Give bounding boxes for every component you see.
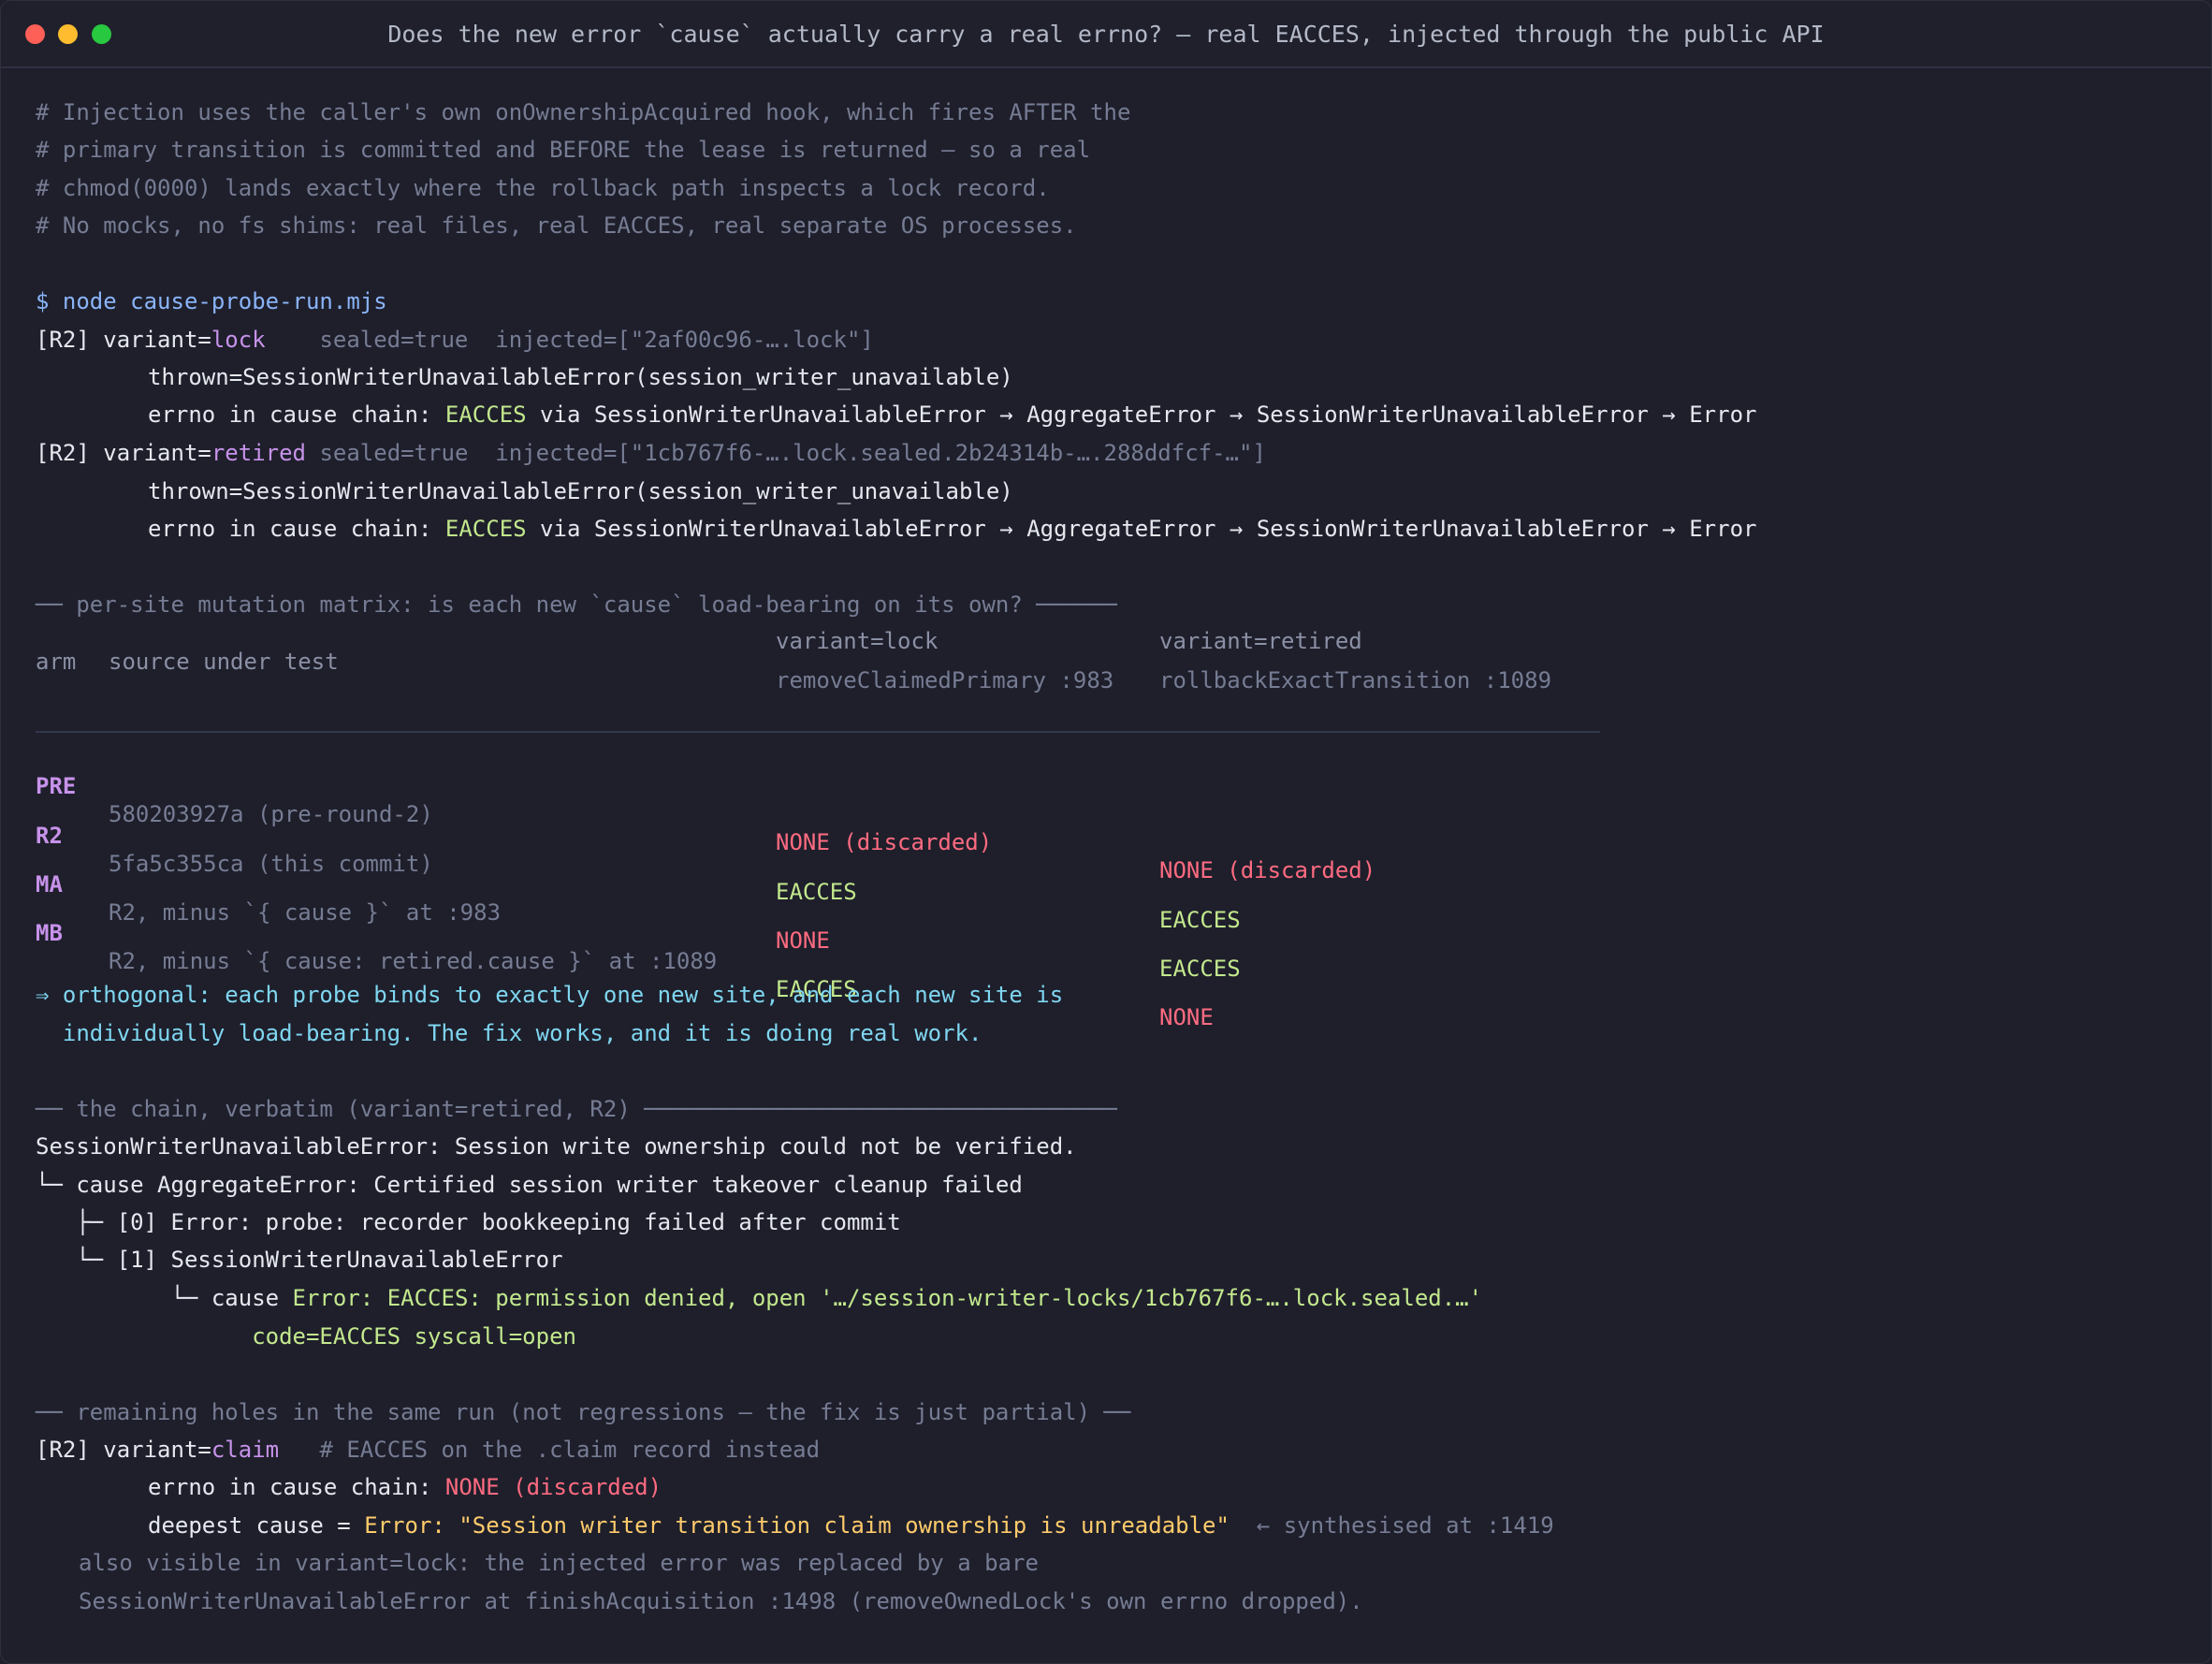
run-tag: [R2]	[36, 1437, 90, 1463]
run-claim-header: [R2] variant=claim # EACCES on the .clai…	[36, 1436, 820, 1464]
cause-chain: via SessionWriterUnavailableError → Aggr…	[526, 516, 1757, 542]
variant-name: lock	[211, 327, 266, 353]
conclusion-line: ⇒ orthogonal: each probe binds to exactl…	[36, 982, 1064, 1008]
matrix-header-retired-site: rollbackExactTransition :1089	[1159, 667, 1552, 693]
comment-line: # No mocks, no fs shims: real files, rea…	[36, 212, 1077, 239]
variant-name: claim	[211, 1437, 280, 1463]
run-meta: sealed=true injected=["2af00c96-….lock"]	[319, 327, 874, 353]
errno-label: errno in cause chain:	[148, 401, 445, 428]
thrown-line: thrown=SessionWriterUnavailableError(ses…	[148, 478, 1013, 504]
comment-line: # Injection uses the caller's own onOwne…	[36, 99, 1131, 125]
deepest-label: deepest cause =	[148, 1512, 365, 1539]
run-tag: [R2]	[36, 440, 90, 466]
variant-key: variant=	[89, 1437, 211, 1463]
chain-item-1: └─ [1] SessionWriterUnavailableError	[36, 1247, 563, 1273]
errno-line: errno in cause chain: EACCES via Session…	[148, 401, 1756, 429]
matrix-header-arm: arm	[36, 649, 77, 675]
chain-code-line: code=EACCES syscall=open	[36, 1323, 576, 1350]
title-bar: Does the new error `cause` actually carr…	[1, 1, 2211, 68]
synth-note: ← synthesised at :1419	[1229, 1512, 1554, 1539]
chain-root: SessionWriterUnavailableError: Session w…	[36, 1133, 1077, 1160]
lock-result: NONE	[776, 927, 830, 954]
window-title: Does the new error `cause` actually carr…	[387, 21, 1825, 48]
run-retired-header: [R2] variant=retired sealed=true injecte…	[36, 439, 1266, 467]
chain-heading: ── the chain, verbatim (variant=retired,…	[36, 1096, 1117, 1122]
run-meta: sealed=true injected=["1cb767f6-….lock.s…	[319, 440, 1266, 466]
thrown-line: thrown=SessionWriterUnavailableError(ses…	[148, 364, 1013, 390]
matrix-header-source: source under test	[109, 649, 339, 675]
run-lock-header: [R2] variant=lock sealed=true injected=[…	[36, 326, 874, 354]
note-line: also visible in variant=lock: the inject…	[79, 1550, 1039, 1576]
variant-name: retired	[211, 440, 306, 466]
errno-label: errno in cause chain:	[148, 516, 445, 542]
comment-line: # chmod(0000) lands exactly where the ro…	[36, 175, 1050, 201]
table-row: MA R2, minus `{ cause }` at :983 NONE EA…	[36, 842, 1626, 982]
matrix-heading: ── per-site mutation matrix: is each new…	[36, 591, 1117, 618]
matrix-header-lock-site: removeClaimedPrimary :983	[776, 667, 1114, 693]
source-label: R2, minus `{ cause: retired.cause }` at …	[109, 948, 718, 974]
errno-line: errno in cause chain: NONE (discarded)	[148, 1473, 662, 1501]
chain-inner-error: Error: EACCES: permission denied, open '…	[292, 1285, 1483, 1311]
retired-result: NONE	[1159, 1004, 1214, 1030]
chain-cause: └─ cause AggregateError: Certified sessi…	[36, 1172, 1023, 1198]
note-line: SessionWriterUnavailableError at finishA…	[79, 1588, 1363, 1614]
chain-item-0: ├─ [0] Error: probe: recorder bookkeepin…	[36, 1209, 901, 1235]
errno-value: EACCES	[444, 516, 527, 542]
comment-line: # primary transition is committed and BE…	[36, 137, 1091, 163]
errno-label: errno in cause chain:	[148, 1474, 445, 1500]
matrix-divider	[36, 731, 1600, 733]
errno-line: errno in cause chain: EACCES via Session…	[148, 515, 1756, 543]
retired-result: EACCES	[1159, 956, 1241, 982]
chain-inner-cause: └─ cause Error: EACCES: permission denie…	[36, 1284, 1482, 1312]
conclusion-line: individually load-bearing. The fix works…	[36, 1020, 982, 1046]
cause-chain: via SessionWriterUnavailableError → Aggr…	[526, 401, 1757, 428]
variant-key: variant=	[89, 440, 211, 466]
holes-heading: ── remaining holes in the same run (not …	[36, 1399, 1131, 1425]
table-row: PRE 580203927a (pre-round-2) NONE (disca…	[36, 744, 1626, 883]
arm-label: MB	[36, 920, 63, 946]
variant-key: variant=	[89, 327, 211, 353]
table-row: MB R2, minus `{ cause: retired.cause }` …	[36, 891, 1626, 1030]
terminal-window: Does the new error `cause` actually carr…	[0, 0, 2212, 1664]
command-line: $ node cause-probe-run.mjs	[36, 288, 387, 314]
table-row: R2 5fa5c355ca (this commit) EACCES EACCE…	[36, 794, 1626, 933]
errno-value: EACCES	[444, 401, 527, 428]
deepest-cause-line: deepest cause = Error: "Session writer t…	[148, 1511, 1554, 1540]
errno-value: NONE (discarded)	[444, 1474, 662, 1500]
run-comment: # EACCES on the .claim record instead	[279, 1437, 821, 1463]
deepest-value: Error: "Session writer transition claim …	[364, 1512, 1230, 1539]
run-tag: [R2]	[36, 327, 90, 353]
matrix-header-retired: variant=retired	[1159, 628, 1362, 654]
matrix-header-lock: variant=lock	[776, 628, 939, 654]
chain-inner-prefix: └─ cause	[36, 1285, 293, 1311]
